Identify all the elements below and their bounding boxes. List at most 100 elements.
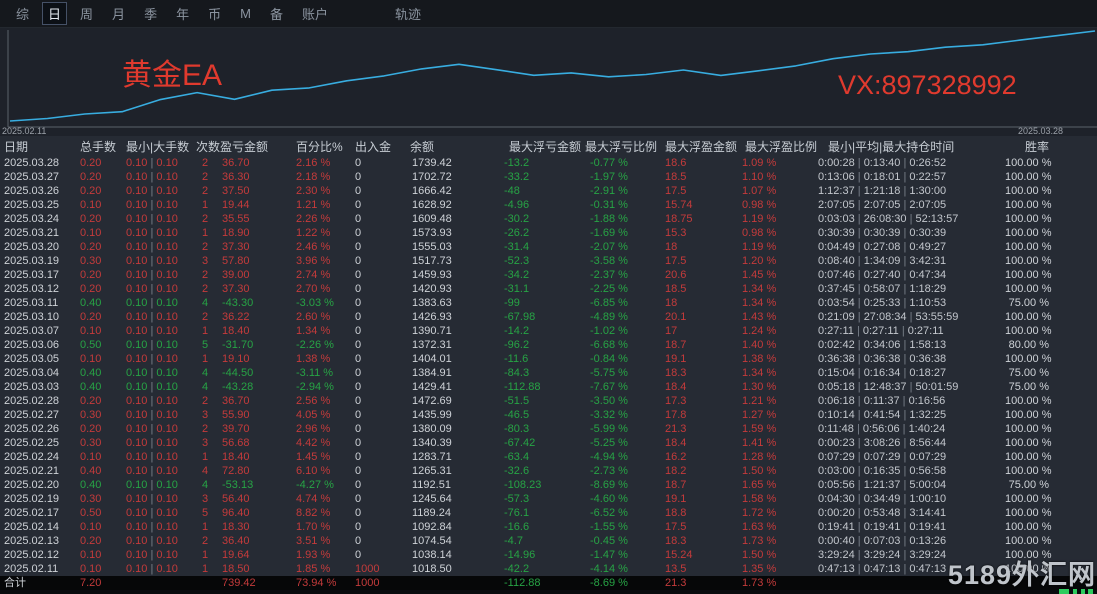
table-row[interactable]: 2025.03.26 0.20 0.10 | 0.10 2 37.50 2.30 % 0 16… [0, 184, 1097, 198]
menu-tab-m[interactable]: M [234, 4, 257, 23]
menu-tab-notes[interactable]: 备 [264, 2, 289, 25]
app-window: 综日周月季年币 M 备账户 轨迹 黄金EA VX:897328992 2025.02… [0, 0, 1097, 594]
table-row[interactable]: 2025.02.21 0.40 0.10 | 0.10 4 72.80 6.10 % 0 12… [0, 464, 1097, 478]
table-row[interactable]: 2025.03.12 0.20 0.10 | 0.10 2 37.30 2.70 % 0 14… [0, 282, 1097, 296]
menu-tab-weekly[interactable]: 周 [74, 2, 99, 25]
cell-count: 2 [202, 395, 209, 407]
cell-max-float-profit: 18.3 [665, 367, 687, 379]
table-row[interactable]: 2025.03.07 0.10 0.10 | 0.10 1 18.40 1.34 % 0 13… [0, 324, 1097, 338]
total-lots: 7.20 [80, 577, 102, 589]
cell-in-out: 0 [355, 311, 362, 323]
menu-tab-quarterly[interactable]: 季 [138, 2, 163, 25]
cell-count: 2 [202, 171, 209, 183]
table-row[interactable]: 2025.03.04 0.40 0.10 | 0.10 4 -44.50 -3.11 % 0… [0, 366, 1097, 380]
cell-max-float-profit: 18.4 [665, 381, 687, 393]
cell-total-lots: 0.10 [80, 227, 102, 239]
cell-hold-time: 1:12:37 | 1:21:18 | 1:30:00 [818, 185, 947, 197]
table-row[interactable]: 2025.03.19 0.30 0.10 | 0.10 3 57.80 3.96 % 0 15… [0, 254, 1097, 268]
cell-max-float-loss: -42.2 [504, 563, 530, 575]
header-max-float-profit-pct: 最大浮盈比例 [745, 139, 818, 154]
table-row[interactable]: 2025.02.17 0.50 0.10 | 0.10 5 96.40 8.82 % 0 11… [0, 506, 1097, 520]
cell-pnl: 37.30 [222, 241, 250, 253]
table-row[interactable]: 2025.02.24 0.10 0.10 | 0.10 1 18.40 1.45 % 0 12… [0, 450, 1097, 464]
cell-count: 4 [202, 367, 209, 379]
table-row[interactable]: 2025.02.19 0.30 0.10 | 0.10 3 56.40 4.74 % 0 12… [0, 492, 1097, 506]
table-row[interactable]: 2025.03.27 0.20 0.10 | 0.10 2 36.30 2.18 % 0 17… [0, 170, 1097, 184]
cell-pnl: 39.70 [222, 423, 250, 435]
cell-in-out: 0 [355, 213, 362, 225]
table-row[interactable]: 2025.03.21 0.10 0.10 | 0.10 1 18.90 1.22 % 0 15… [0, 226, 1097, 240]
cell-count: 4 [202, 297, 209, 309]
table-row[interactable]: 2025.02.13 0.20 0.10 | 0.10 2 36.40 3.51 % 0 10… [0, 534, 1097, 548]
table-row[interactable]: 2025.03.25 0.10 0.10 | 0.10 1 19.44 1.21 % 0 16… [0, 198, 1097, 212]
cell-total-lots: 0.30 [80, 493, 102, 505]
cell-balance: 1018.50 [412, 563, 452, 575]
cell-max-float-profit-pct: 1.30 % [742, 381, 777, 393]
table-row[interactable]: 2025.03.05 0.10 0.10 | 0.10 1 19.10 1.38 % 0 14… [0, 352, 1097, 366]
table-row[interactable]: 2025.02.11 0.10 0.10 | 0.10 1 18.50 1.85 % 100… [0, 562, 1097, 576]
cell-hold-time: 0:02:42 | 0:34:06 | 1:58:13 [818, 339, 947, 351]
cell-pnl: -44.50 [222, 367, 254, 379]
cell-max-float-loss-pct: -1.97 % [590, 171, 628, 183]
cell-max-float-profit-pct: 1.20 % [742, 255, 777, 267]
cell-in-out: 0 [355, 325, 362, 337]
table-row[interactable]: 2025.02.14 0.10 0.10 | 0.10 1 18.30 1.70 % 0 10… [0, 520, 1097, 534]
cell-win-rate: 75.00 % [1008, 297, 1049, 309]
menu-tab-summary[interactable]: 综 [10, 2, 35, 25]
cell-pnl: 35.55 [222, 213, 250, 225]
cell-in-out: 0 [355, 241, 362, 253]
cell-max-float-loss-pct: -3.50 % [590, 395, 628, 407]
cell-date: 2025.02.13 [4, 535, 60, 547]
cell-count: 2 [202, 185, 209, 197]
table-row[interactable]: 2025.03.06 0.50 0.10 | 0.10 5 -31.70 -2.26 % 0… [0, 338, 1097, 352]
table-row[interactable]: 2025.03.20 0.20 0.10 | 0.10 2 37.30 2.46 % 0 15… [0, 240, 1097, 254]
table-row[interactable]: 2025.02.20 0.40 0.10 | 0.10 4 -53.13 -4.27 % 0… [0, 478, 1097, 492]
cell-min-max-lots: 0.10 | 0.10 [126, 325, 178, 337]
cell-date: 2025.02.14 [4, 521, 60, 533]
cell-date: 2025.03.17 [4, 269, 60, 281]
cell-win-rate: 100.00 % [1005, 311, 1052, 323]
cell-count: 2 [202, 213, 209, 225]
cell-count: 5 [202, 507, 209, 519]
cell-hold-time: 0:37:45 | 0:58:07 | 1:18:29 [818, 283, 947, 295]
cell-min-max-lots: 0.10 | 0.10 [126, 199, 178, 211]
cell-max-float-profit: 17.5 [665, 255, 687, 267]
table-row[interactable]: 2025.03.28 0.20 0.10 | 0.10 2 36.70 2.16 % 0 17… [0, 156, 1097, 170]
table-row[interactable]: 2025.02.27 0.30 0.10 | 0.10 3 55.90 4.05 % 0 14… [0, 408, 1097, 422]
cell-balance: 1472.69 [412, 395, 452, 407]
menu-tab-monthly[interactable]: 月 [106, 2, 131, 25]
cell-total-lots: 0.20 [80, 213, 102, 225]
cell-win-rate: 100.00 % [1005, 465, 1052, 477]
menu-tab-account[interactable]: 账户 [296, 2, 334, 25]
table-row[interactable]: 2025.03.17 0.20 0.10 | 0.10 2 39.00 2.74 % 0 14… [0, 268, 1097, 282]
cell-max-float-profit: 18.2 [665, 465, 687, 477]
menu-tab-currency[interactable]: 币 [202, 2, 227, 25]
table-row[interactable]: 2025.02.28 0.20 0.10 | 0.10 2 36.70 2.56 % 0 14… [0, 394, 1097, 408]
table-row[interactable]: 2025.03.11 0.40 0.10 | 0.10 4 -43.30 -3.03 % 0… [0, 296, 1097, 310]
cell-total-lots: 0.40 [80, 465, 102, 477]
table-row[interactable]: 2025.02.12 0.10 0.10 | 0.10 1 19.64 1.93 % 0 10… [0, 548, 1097, 562]
bottom-strip [0, 589, 1097, 594]
table-row[interactable]: 2025.03.03 0.40 0.10 | 0.10 4 -43.28 -2.94 % 0… [0, 380, 1097, 394]
table-row[interactable]: 2025.02.25 0.30 0.10 | 0.10 3 56.68 4.42 % 0 13… [0, 436, 1097, 450]
cell-count: 1 [202, 227, 209, 239]
table-row[interactable]: 2025.02.26 0.20 0.10 | 0.10 2 39.70 2.96 % 0 13… [0, 422, 1097, 436]
menu-tab-daily[interactable]: 日 [42, 2, 68, 25]
menu-tab-yearly[interactable]: 年 [170, 2, 195, 25]
table-row[interactable]: 2025.03.10 0.20 0.10 | 0.10 2 36.22 2.60 % 0 14… [0, 310, 1097, 324]
menu-item-track[interactable]: 轨迹 [389, 2, 427, 25]
cell-date: 2025.03.10 [4, 311, 60, 323]
cell-balance: 1245.64 [412, 493, 452, 505]
cell-date: 2025.03.12 [4, 283, 60, 295]
cell-max-float-profit-pct: 1.21 % [742, 395, 777, 407]
table-row[interactable]: 2025.03.24 0.20 0.10 | 0.10 2 35.55 2.26 % 0 16… [0, 212, 1097, 226]
cell-balance: 1426.93 [412, 311, 452, 323]
cell-hold-time: 0:03:00 | 0:16:35 | 0:56:58 [818, 465, 947, 477]
cell-max-float-loss: -76.1 [504, 507, 530, 519]
cell-balance: 1429.41 [412, 381, 452, 393]
cell-in-out: 0 [355, 479, 362, 491]
cell-max-float-loss-pct: -0.45 % [590, 535, 628, 547]
cell-balance: 1609.48 [412, 213, 452, 225]
cell-pnl: 18.30 [222, 521, 250, 533]
cell-max-float-loss: -108.23 [504, 479, 542, 491]
